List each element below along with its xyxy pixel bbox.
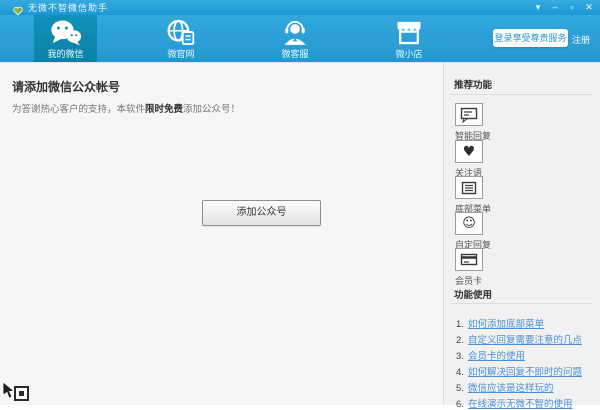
main-panel: 请添加微信公众帐号 为答谢热心客户的支持，本软件限时免费添加公众号！ 添加公众号 — [0, 62, 443, 405]
app-logo-icon — [13, 3, 23, 13]
help-link-row: 2. 自定义回复需要注意的几点 — [456, 332, 582, 346]
page-title: 请添加微信公众帐号 — [12, 78, 120, 95]
help-link-row: 1. 如何添加底部菜单 — [456, 316, 544, 330]
customer-service-icon — [280, 19, 310, 46]
wechat-icon — [50, 19, 82, 46]
help-link-row: 5. 微信应该是这样玩的 — [456, 380, 553, 394]
feature-label: 会员卡 — [455, 274, 483, 287]
tab-label: 微客服 — [281, 47, 308, 60]
link-number: 3. — [456, 351, 464, 362]
titlebar: 无微不智微信助手 ▾ – ▫ ✕ — [0, 0, 600, 15]
help-link[interactable]: 自定义回复需要注意的几点 — [468, 335, 582, 346]
tab-micro-website[interactable]: 微官网 — [149, 15, 213, 62]
sidebar: 推荐功能 智能回复 ♥ 关注语 — [443, 62, 600, 405]
help-link-row: 3. 会员卡的使用 — [456, 348, 525, 362]
toolbar: 我的微信 微官网 — [0, 15, 600, 62]
subtext-prefix: 为答谢热心客户的支持，本软件 — [12, 104, 145, 115]
micro-website-icon — [166, 19, 196, 46]
help-link[interactable]: 如何添加底部菜单 — [468, 319, 544, 330]
smart-reply-icon[interactable] — [455, 103, 483, 126]
screenshot-cursor-artifact — [2, 381, 32, 408]
usage-header: 功能使用 — [454, 287, 492, 301]
help-link-row: 6.在线演示无微不智的使用 — [456, 396, 572, 410]
feature-bottom-menu[interactable]: 底部菜单 — [455, 176, 491, 215]
heart-icon[interactable]: ♥ — [455, 140, 483, 163]
page-subtext: 为答谢热心客户的支持，本软件限时免费添加公众号！ — [12, 101, 240, 115]
custom-reply-icon[interactable]: ☺ — [455, 212, 483, 235]
tab-label: 微官网 — [167, 47, 194, 60]
micro-shop-icon — [394, 19, 424, 46]
subtext-highlight: 限时免费 — [145, 104, 183, 115]
help-link[interactable]: 会员卡的使用 — [468, 351, 525, 362]
tab-label: 我的微信 — [47, 47, 83, 60]
link-number: 1. — [456, 319, 464, 330]
link-number: 5. — [456, 383, 464, 394]
close-button[interactable]: ✕ — [584, 0, 594, 15]
register-link[interactable]: 注册 — [572, 33, 590, 46]
tab-customer-service[interactable]: 微客服 — [263, 15, 327, 62]
link-number: 2. — [456, 335, 464, 346]
tab-my-wechat[interactable]: 我的微信 — [34, 15, 97, 62]
recommend-header: 推荐功能 — [454, 77, 492, 91]
window-controls: ▾ – ▫ ✕ — [533, 0, 594, 15]
link-number: 4. — [456, 367, 464, 378]
member-card-icon[interactable] — [455, 248, 483, 271]
maximize-button[interactable]: ▫ — [567, 0, 577, 15]
minimize-button[interactable]: – — [550, 0, 560, 15]
tab-micro-shop[interactable]: 微小店 — [377, 15, 441, 62]
menu-dropdown-icon[interactable]: ▾ — [533, 0, 543, 15]
divider — [450, 303, 592, 304]
feature-custom-reply[interactable]: ☺ 自定回复 — [455, 212, 491, 251]
tab-label: 微小店 — [395, 47, 422, 60]
help-link[interactable]: 微信应该是这样玩的 — [468, 383, 554, 394]
login-button[interactable]: 登录享受尊贵服务 — [493, 29, 568, 47]
app-window: 无微不智微信助手 ▾ – ▫ ✕ 我的微信 — [0, 0, 600, 405]
help-link-row: 4. 如何解决回复不即时的问题 — [456, 364, 582, 378]
feature-member-card[interactable]: 会员卡 — [455, 248, 483, 287]
subtext-suffix: 添加公众号！ — [183, 104, 240, 115]
bottom-menu-icon[interactable] — [455, 176, 483, 199]
feature-follow-greeting[interactable]: ♥ 关注语 — [455, 140, 483, 179]
app-title: 无微不智微信助手 — [28, 1, 108, 14]
help-link[interactable]: 如何解决回复不即时的问题 — [468, 367, 582, 378]
divider — [450, 94, 592, 95]
add-public-account-button[interactable]: 添加公众号 — [202, 200, 321, 226]
feature-smart-reply[interactable]: 智能回复 — [455, 103, 491, 142]
